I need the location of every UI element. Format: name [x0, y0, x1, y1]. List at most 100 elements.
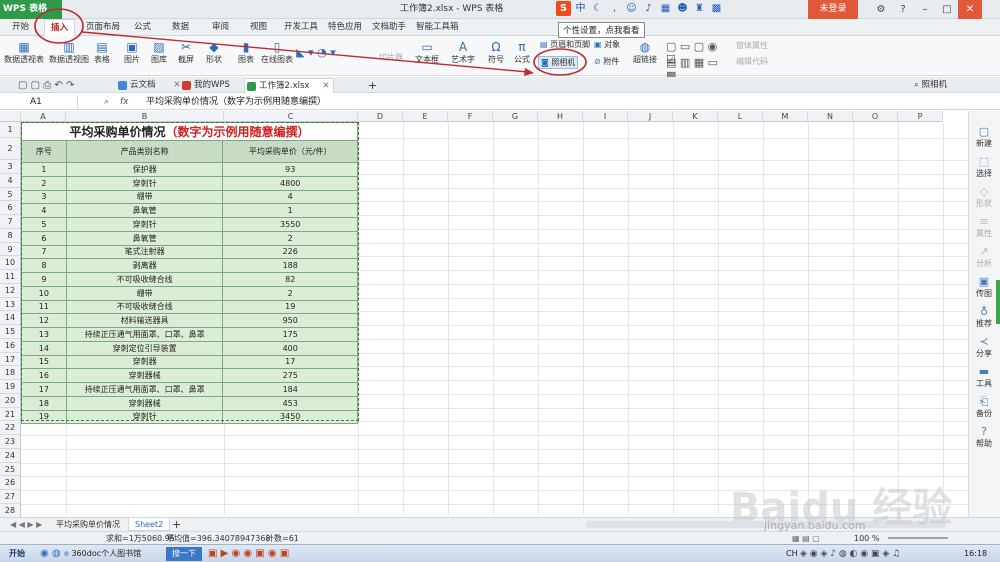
sheet-nav-arrows[interactable]: ◀ ◀ ▶ ▶	[4, 518, 48, 531]
textbox-button[interactable]: ▭ 文本框	[412, 40, 442, 65]
cell-index[interactable]: 14	[21, 340, 67, 356]
panel-new[interactable]: ▢ 新建	[969, 125, 999, 149]
column-header[interactable]: P	[898, 111, 943, 122]
tab-workbook[interactable]: 工作簿2.xlsx ✕	[244, 78, 335, 94]
help-icon[interactable]: ?	[892, 0, 914, 19]
picture-button[interactable]: ▣ 图片	[120, 40, 144, 65]
row-header[interactable]: 12	[0, 283, 21, 298]
cell-product[interactable]: 笔式注射器	[65, 244, 224, 260]
cell-index[interactable]: 19	[21, 409, 67, 425]
column-header[interactable]: E	[403, 111, 448, 122]
quick-access-icons[interactable]: ▢ ▢ ⎙ ↶ ↷	[4, 78, 74, 93]
row-header[interactable]: 6	[0, 201, 21, 215]
cell-price[interactable]: 275	[222, 368, 358, 383]
input-language[interactable]: CH	[786, 546, 798, 562]
maximize-button[interactable]: □	[936, 0, 958, 19]
cell-price[interactable]: 175	[222, 327, 358, 342]
select-all-corner[interactable]	[0, 111, 21, 122]
column-header[interactable]: D	[358, 111, 403, 122]
cell-index[interactable]: 11	[21, 299, 67, 315]
row-header[interactable]: 7	[0, 215, 21, 229]
taskbar-app-icons[interactable]: ▣ ▶ ◉ ◉ ▣ ◉ ▣	[208, 546, 289, 562]
tab-cloud-docs[interactable]: 云文档 ✕	[116, 78, 181, 93]
cell-index[interactable]: 4	[21, 203, 67, 218]
column-header[interactable]: O	[853, 111, 898, 122]
cell-product[interactable]: 鼻氧管	[65, 203, 224, 218]
row-header[interactable]: 16	[0, 338, 21, 353]
header-price[interactable]: 平均采购单价（元/件）	[222, 140, 358, 163]
cell-product[interactable]: 持续正压通气用面罩、口罩、鼻罩	[65, 327, 224, 342]
column-header[interactable]: G	[493, 111, 538, 122]
cell-product[interactable]: 穿刺针	[65, 217, 224, 232]
row-header[interactable]: 21	[0, 407, 21, 422]
column-header[interactable]: I	[583, 111, 628, 122]
panel-backup[interactable]: ⎗ 备份	[969, 395, 999, 419]
login-button[interactable]: 未登录	[808, 0, 858, 19]
new-tab-button[interactable]: +	[366, 78, 377, 93]
cell-price[interactable]: 453	[222, 395, 358, 411]
cell-product[interactable]: 绷带	[65, 189, 224, 205]
screenshot-button[interactable]: ✂ 截屏	[174, 40, 198, 65]
row-header[interactable]: 17	[0, 352, 21, 367]
close-tab-icon[interactable]: ✕	[322, 79, 329, 94]
cell-product[interactable]: 穿刺针	[65, 175, 224, 191]
row-header[interactable]: 9	[0, 242, 21, 257]
table-button[interactable]: ▤ 表格	[92, 40, 112, 65]
row-header[interactable]: 8	[0, 228, 21, 243]
minimize-button[interactable]: –	[914, 0, 936, 19]
sheet-tab-1[interactable]: 平均采购单价情况	[50, 518, 126, 531]
row-header[interactable]: 13	[0, 297, 21, 312]
cell-index[interactable]: 5	[21, 217, 67, 232]
zoom-slider[interactable]	[888, 537, 948, 539]
cell-price[interactable]: 2	[222, 230, 358, 246]
tab-doc-assistant[interactable]: 文档助手	[372, 19, 406, 36]
system-tray-icons[interactable]: ◈ ◉ ◈ ♪ ◍ ◐ ◉ ▣ ◈ ♫	[800, 546, 900, 562]
tab-view[interactable]: 视图	[250, 19, 267, 36]
cell-index[interactable]: 1	[21, 162, 67, 177]
panel-properties[interactable]: ≡ 属性	[969, 215, 999, 239]
tab-insert[interactable]: 插入	[44, 19, 76, 36]
add-sheet-button[interactable]: +	[166, 518, 187, 531]
chart-types-row[interactable]: ◣ ▾ ◔ ▾	[294, 46, 338, 59]
panel-upload-image[interactable]: ▣ 传图	[969, 275, 999, 299]
row-header[interactable]: 4	[0, 173, 21, 188]
cell-index[interactable]: 10	[21, 285, 67, 301]
cell-index[interactable]: 16	[21, 368, 67, 383]
row-header[interactable]: 27	[0, 490, 21, 504]
cell-price[interactable]: 4	[222, 189, 358, 205]
column-header[interactable]: C	[224, 111, 358, 122]
row-header[interactable]: 2	[0, 138, 21, 160]
cell-price[interactable]: 184	[222, 382, 358, 397]
tab-smart-toolbox[interactable]: 智能工具箱	[416, 19, 459, 36]
cell-price[interactable]: 3550	[222, 217, 358, 232]
wordart-button[interactable]: A 艺术字	[448, 40, 478, 65]
cell-product[interactable]: 穿刺器	[65, 354, 224, 370]
row-header[interactable]: 10	[0, 256, 21, 270]
row-header[interactable]: 25	[0, 462, 21, 477]
tab-features[interactable]: 特色应用	[328, 19, 362, 36]
lang-cn-icon[interactable]: 中	[573, 1, 588, 16]
cell-index[interactable]: 13	[21, 327, 67, 342]
cell-index[interactable]: 15	[21, 354, 67, 370]
row-header[interactable]: 11	[0, 270, 21, 284]
fx-button[interactable]: fx	[120, 94, 129, 110]
cell-product[interactable]: 不可吸收缝合线	[65, 272, 224, 287]
close-button[interactable]: ✕	[958, 0, 982, 19]
formula-input[interactable]: 平均采购单价情况（数字为示例用随意编撰）	[146, 94, 326, 110]
cell-price[interactable]: 2	[222, 285, 358, 301]
shirt-icon[interactable]: ♜	[692, 1, 707, 16]
tab-data[interactable]: 数据	[172, 19, 189, 36]
cell-index[interactable]: 8	[21, 258, 67, 273]
column-header[interactable]: K	[673, 111, 718, 122]
camera-button[interactable]: ◙ 照相机	[538, 56, 578, 69]
tab-home[interactable]: 开始	[12, 19, 29, 36]
search-box[interactable]: ⌕ 照相机	[910, 78, 947, 93]
moon-icon[interactable]: ☾	[590, 1, 605, 16]
panel-toggle[interactable]	[996, 280, 1000, 324]
cell-price[interactable]: 19	[222, 299, 358, 315]
cell-product[interactable]: 穿刺器械	[65, 368, 224, 383]
column-header[interactable]: H	[538, 111, 583, 122]
shapes-button[interactable]: ◆ 形状	[202, 40, 226, 65]
cell-product[interactable]: 保护器	[65, 162, 224, 177]
panel-help[interactable]: ? 帮助	[969, 425, 999, 449]
